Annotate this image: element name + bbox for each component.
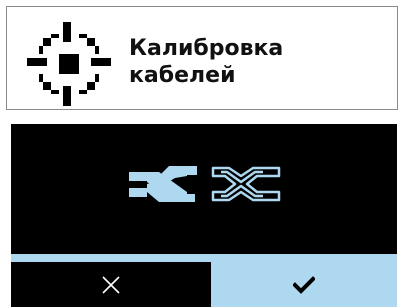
button-bar-divider	[11, 254, 397, 262]
cable-calibration-icon	[129, 166, 281, 202]
page-title-line2: кабелей	[129, 63, 236, 88]
confirm-button[interactable]	[211, 262, 397, 307]
device-screen	[11, 124, 397, 307]
close-icon	[102, 275, 120, 294]
page-title: Калибровка кабелей	[129, 35, 379, 89]
button-bar	[11, 254, 397, 307]
header-card: Калибровка кабелей	[6, 6, 398, 110]
cancel-button[interactable]	[11, 262, 211, 307]
checkmark-icon	[293, 275, 315, 294]
target-crosshair-icon	[27, 22, 111, 106]
page-title-line1: Калибровка	[129, 36, 284, 61]
